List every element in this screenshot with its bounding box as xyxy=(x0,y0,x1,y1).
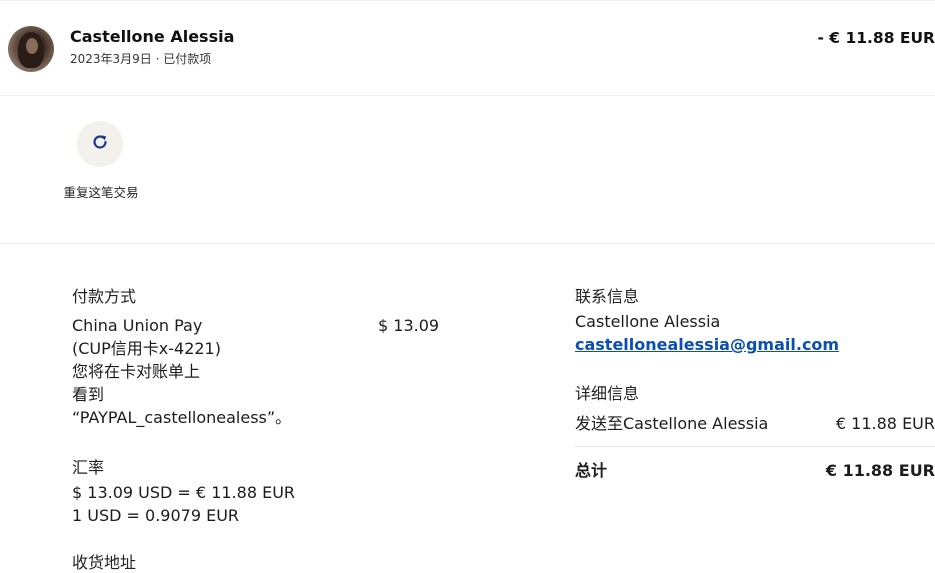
refresh-icon xyxy=(90,132,110,156)
total-amount: € 11.88 EUR xyxy=(825,461,935,480)
sent-to-label: 发送至Castellone Alessia xyxy=(575,414,769,433)
exchange-rate-line: 1 USD = 0.9079 EUR xyxy=(72,506,240,525)
counterparty-name: Castellone Alessia xyxy=(70,27,235,46)
total-label: 总计 xyxy=(575,461,608,480)
exchange-rate-line: $ 13.09 USD = € 11.88 EUR xyxy=(72,483,296,502)
contact-name: Castellone Alessia xyxy=(575,312,721,331)
details-divider xyxy=(575,446,935,447)
details-title: 详细信息 xyxy=(575,384,640,403)
payment-method-line: “PAYPAL_castellonealess”。 xyxy=(72,408,292,427)
shipping-address-title: 收货地址 xyxy=(72,553,137,572)
repeat-transaction-button[interactable] xyxy=(77,121,123,167)
sent-to-amount: € 11.88 EUR xyxy=(835,414,935,433)
payment-method-line: 您将在卡对账单上 xyxy=(72,362,201,381)
payment-method-title: 付款方式 xyxy=(72,287,137,306)
payment-amount: $ 13.09 xyxy=(378,316,440,335)
exchange-rate-title: 汇率 xyxy=(72,458,105,477)
payment-method-line: China Union Pay xyxy=(72,316,203,335)
avatar xyxy=(8,26,54,72)
divider xyxy=(0,95,935,96)
contact-email-link[interactable]: castellonealessia@gmail.com xyxy=(575,335,839,354)
payment-method-line: (CUP信用卡x-4221) xyxy=(72,339,221,358)
payment-method-line: 看到 xyxy=(72,385,105,404)
transaction-header: Castellone Alessia 2023年3月9日 · 已付款项 - € … xyxy=(0,0,935,95)
divider xyxy=(0,243,935,244)
transaction-date-status: 2023年3月9日 · 已付款项 xyxy=(70,52,212,66)
contact-info-title: 联系信息 xyxy=(575,287,640,306)
repeat-transaction-label[interactable]: 重复这笔交易 xyxy=(62,183,140,202)
transaction-amount: - € 11.88 EUR xyxy=(817,29,935,47)
